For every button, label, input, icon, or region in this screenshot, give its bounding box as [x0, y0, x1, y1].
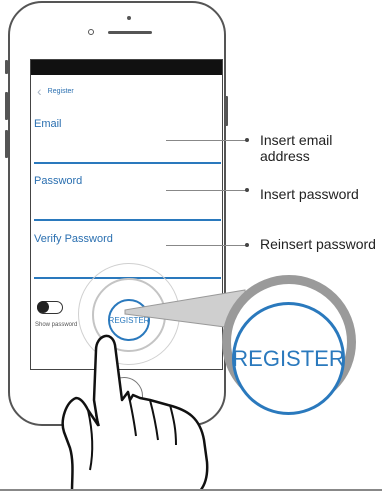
- hand-pointer-icon: [61, 334, 209, 491]
